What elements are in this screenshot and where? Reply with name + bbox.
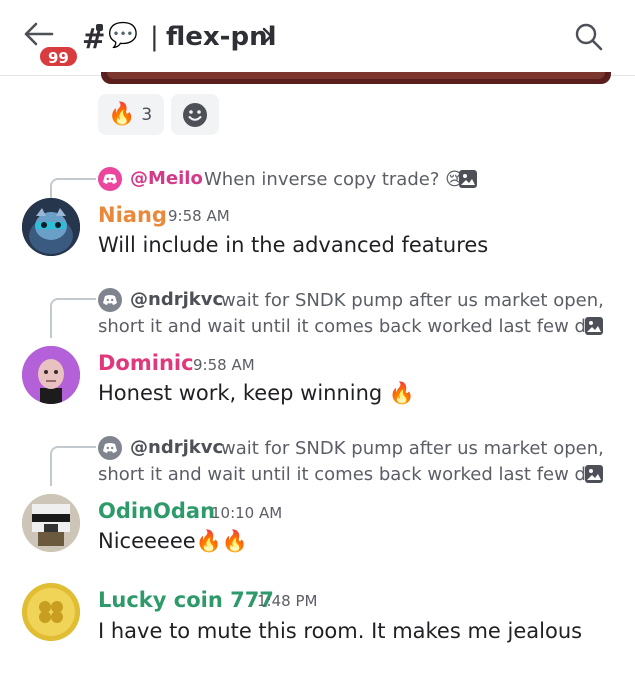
discord-icon xyxy=(98,288,122,312)
attachment-image-partial[interactable] xyxy=(101,72,611,84)
image-icon xyxy=(585,317,603,335)
channel-header: 99 # 💬 | flex-pnl xyxy=(0,0,635,76)
message-timestamp: 1:48 PM xyxy=(257,592,318,610)
avatar[interactable] xyxy=(22,583,80,641)
reply-mention[interactable]: @ndrjkvc xyxy=(130,437,223,458)
add-reaction-button[interactable] xyxy=(171,94,219,135)
reply-preview-text[interactable]: When inverse copy trade? 😢 xyxy=(204,169,464,190)
message-text: Niceeeee🔥🔥 xyxy=(98,529,248,553)
message-author[interactable]: Lucky coin 777 xyxy=(98,588,274,612)
message-text: Will include in the advanced features xyxy=(98,233,489,257)
thread-emoji: 💬 xyxy=(108,21,138,49)
smiley-icon xyxy=(183,102,207,127)
arrow-left-icon xyxy=(24,22,54,46)
avatar[interactable] xyxy=(22,494,80,552)
avatar[interactable] xyxy=(22,346,80,404)
message-timestamp: 9:58 AM xyxy=(168,207,230,225)
message-author[interactable]: Niang xyxy=(98,203,167,227)
reply-preview-text-line2[interactable]: short it and wait until it comes back wo… xyxy=(98,316,603,337)
reply-mention[interactable]: @Meilo xyxy=(130,168,203,189)
reply-preview-text[interactable]: wait for SNDK pump after us market open, xyxy=(221,438,604,459)
fire-emoji: 🔥 xyxy=(108,102,136,127)
message-author[interactable]: OdinOdan xyxy=(98,499,215,523)
title-separator: | xyxy=(150,22,159,52)
search-icon xyxy=(575,23,603,51)
avatar[interactable] xyxy=(22,198,80,256)
chevron-right-icon[interactable] xyxy=(262,25,274,47)
reply-preview-text-line2[interactable]: short it and wait until it comes back wo… xyxy=(98,464,603,485)
image-icon xyxy=(459,170,477,188)
discord-icon xyxy=(98,167,122,191)
message-timestamp: 9:58 AM xyxy=(193,356,255,374)
reply-mention[interactable]: @ndrjkvc xyxy=(130,289,223,310)
back-button[interactable]: 99 xyxy=(24,20,79,68)
reaction-fire[interactable]: 🔥 3 xyxy=(98,94,164,135)
search-button[interactable] xyxy=(574,22,606,54)
message-timestamp: 10:10 AM xyxy=(211,504,283,522)
image-icon xyxy=(585,465,603,483)
message-author[interactable]: Dominic xyxy=(98,351,194,375)
channel-hash-icon: # xyxy=(82,22,106,55)
channel-title[interactable]: flex-pnl xyxy=(166,22,277,52)
reply-preview-text[interactable]: wait for SNDK pump after us market open, xyxy=(221,290,604,311)
discord-icon xyxy=(98,436,122,460)
reaction-count: 3 xyxy=(141,104,153,125)
message-text: Honest work, keep winning 🔥 xyxy=(98,381,416,405)
message-text: I have to mute this room. It makes me je… xyxy=(98,619,583,643)
unread-badge: 99 xyxy=(38,45,79,68)
